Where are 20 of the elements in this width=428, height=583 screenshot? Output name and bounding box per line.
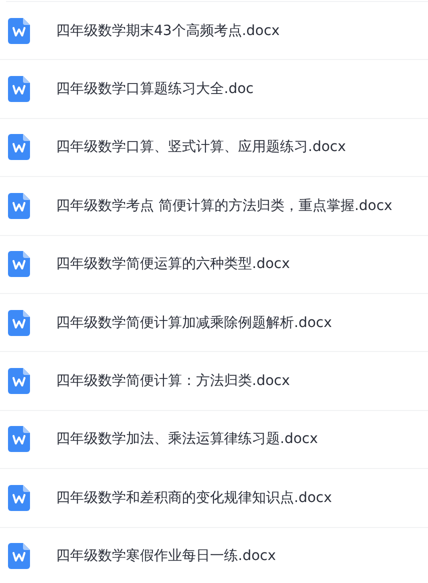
file-name[interactable]: 四年级数学口算、竖式计算、应用题练习.docx — [56, 138, 346, 156]
file-name[interactable]: 四年级数学期末43个高频考点.docx — [56, 22, 280, 40]
word-document-icon — [8, 543, 30, 570]
file-name[interactable]: 四年级数学寒假作业每日一练.docx — [56, 547, 276, 566]
word-document-icon — [8, 426, 30, 452]
word-document-icon — [8, 251, 30, 278]
file-name[interactable]: 四年级数学和差积商的变化规律知识点.docx — [56, 488, 332, 507]
word-document-icon — [8, 76, 30, 102]
file-name[interactable]: 四年级数学简便计算：方法归类.docx — [56, 372, 290, 390]
file-name[interactable]: 四年级数学加法、乘法运算律练习题.docx — [56, 430, 318, 448]
word-document-icon — [8, 192, 30, 219]
word-document-icon — [8, 484, 30, 511]
file-name[interactable]: 四年级数学口算题练习大全.doc — [56, 80, 254, 98]
file-name[interactable]: 四年级数学简便计算加减乘除例题解析.docx — [56, 314, 332, 332]
word-document-icon — [8, 310, 30, 336]
word-document-icon — [8, 18, 30, 44]
file-name[interactable]: 四年级数学考点 简便计算的方法归类，重点掌握.docx — [56, 196, 392, 215]
word-document-icon — [8, 134, 30, 160]
file-name[interactable]: 四年级数学简便运算的六种类型.docx — [56, 255, 290, 274]
word-document-icon — [8, 368, 30, 394]
